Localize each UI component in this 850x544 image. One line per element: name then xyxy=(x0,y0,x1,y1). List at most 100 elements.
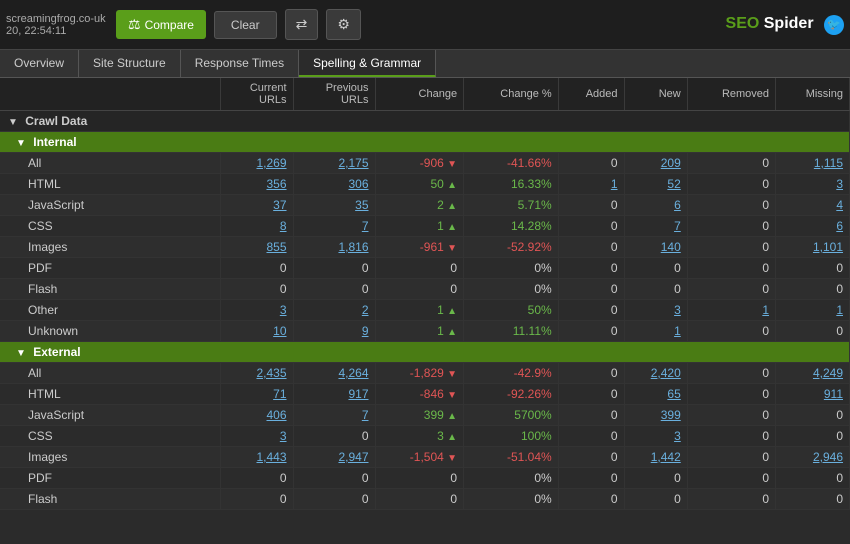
added-cell: 0 xyxy=(558,216,624,237)
previous-urls-cell: 35 xyxy=(293,195,375,216)
group-header-external[interactable]: ▼ External xyxy=(0,342,850,363)
change-cell: 50 ▲ xyxy=(375,174,464,195)
row-label: CSS xyxy=(0,426,220,447)
added-val[interactable]: 1 xyxy=(611,177,618,191)
group-header-internal[interactable]: ▼ Internal xyxy=(0,132,850,153)
new-val[interactable]: 7 xyxy=(674,219,681,233)
tab-response-times[interactable]: Response Times xyxy=(181,50,299,77)
change-cell: 399 ▲ xyxy=(375,405,464,426)
tab-spelling-grammar[interactable]: Spelling & Grammar xyxy=(299,50,436,77)
table-row: All 1,269 2,175 -906 ▼ -41.66% 0 209 0 1… xyxy=(0,153,850,174)
clear-button[interactable]: Clear xyxy=(214,11,277,39)
table-row: Flash 0 0 0 0% 0 0 0 0 xyxy=(0,279,850,300)
new-cell: 0 xyxy=(624,258,687,279)
added-cell: 0 xyxy=(558,447,624,468)
current-url-val[interactable]: 3 xyxy=(280,303,287,317)
new-val[interactable]: 399 xyxy=(661,408,681,422)
current-url-val[interactable]: 855 xyxy=(266,240,286,254)
new-val[interactable]: 140 xyxy=(661,240,681,254)
missing-val[interactable]: 911 xyxy=(824,387,843,401)
change-pct-cell: 100% xyxy=(464,426,559,447)
row-label: All xyxy=(0,153,220,174)
previous-urls-cell: 7 xyxy=(293,405,375,426)
col-change-pct: Change % xyxy=(464,78,559,111)
removed-cell: 0 xyxy=(687,174,775,195)
twitter-icon[interactable]: 🐦 xyxy=(824,15,844,35)
current-url-val[interactable]: 3 xyxy=(280,429,287,443)
app-logo: SEO Spider 🐦 xyxy=(726,15,844,35)
data-table: CurrentURLs PreviousURLs Change Change %… xyxy=(0,78,850,510)
prev-url-val[interactable]: 9 xyxy=(362,324,369,338)
missing-val[interactable]: 6 xyxy=(836,219,843,233)
change-pct-cell: -42.9% xyxy=(464,363,559,384)
table-row: Other 3 2 1 ▲ 50% 0 3 1 1 xyxy=(0,300,850,321)
col-removed: Removed xyxy=(687,78,775,111)
row-label: Flash xyxy=(0,279,220,300)
current-urls-cell: 71 xyxy=(220,384,293,405)
removed-cell: 0 xyxy=(687,363,775,384)
current-url-val[interactable]: 37 xyxy=(273,198,286,212)
prev-url-val[interactable]: 7 xyxy=(362,408,369,422)
row-label: Unknown xyxy=(0,321,220,342)
current-url-val[interactable]: 71 xyxy=(273,387,286,401)
missing-cell: 0 xyxy=(776,489,850,510)
missing-val[interactable]: 4 xyxy=(836,198,843,212)
new-val[interactable]: 3 xyxy=(674,303,681,317)
prev-url-val[interactable]: 306 xyxy=(348,177,368,191)
missing-val[interactable]: 4,249 xyxy=(813,366,843,380)
top-bar: screamingfrog.co-uk 20, 22:54:11 ⚖ Compa… xyxy=(0,0,850,50)
prev-url-val[interactable]: 35 xyxy=(355,198,368,212)
new-val[interactable]: 6 xyxy=(674,198,681,212)
missing-val[interactable]: 1,115 xyxy=(814,156,843,170)
removed-cell: 0 xyxy=(687,237,775,258)
previous-urls-cell: 0 xyxy=(293,489,375,510)
added-cell: 0 xyxy=(558,384,624,405)
removed-cell: 0 xyxy=(687,426,775,447)
missing-cell: 0 xyxy=(776,321,850,342)
current-urls-cell: 3 xyxy=(220,426,293,447)
new-val[interactable]: 1 xyxy=(674,324,681,338)
current-url-val[interactable]: 2,435 xyxy=(256,366,286,380)
missing-val[interactable]: 3 xyxy=(836,177,843,191)
settings-button[interactable]: ⚙ xyxy=(326,9,361,40)
row-label: CSS xyxy=(0,216,220,237)
current-url-val[interactable]: 10 xyxy=(273,324,286,338)
new-val[interactable]: 2,420 xyxy=(651,366,681,380)
prev-url-val[interactable]: 1,816 xyxy=(338,240,368,254)
prev-url-val[interactable]: 917 xyxy=(348,387,368,401)
change-pct-cell: -51.04% xyxy=(464,447,559,468)
new-cell: 2,420 xyxy=(624,363,687,384)
prev-url-val[interactable]: 2 xyxy=(362,303,369,317)
missing-val[interactable]: 2,946 xyxy=(813,450,843,464)
prev-url-val[interactable]: 2,947 xyxy=(338,450,368,464)
missing-val[interactable]: 1,101 xyxy=(813,240,843,254)
current-url-val[interactable]: 8 xyxy=(280,219,287,233)
previous-urls-cell: 2,947 xyxy=(293,447,375,468)
current-url-val[interactable]: 1,443 xyxy=(256,450,286,464)
previous-urls-cell: 2 xyxy=(293,300,375,321)
tab-site-structure[interactable]: Site Structure xyxy=(79,50,181,77)
current-url-val[interactable]: 1,269 xyxy=(256,156,286,170)
missing-cell: 2,946 xyxy=(776,447,850,468)
tab-overview[interactable]: Overview xyxy=(0,50,79,77)
swap-button[interactable]: ⇄ xyxy=(285,9,319,40)
table-row: HTML 71 917 -846 ▼ -92.26% 0 65 0 911 xyxy=(0,384,850,405)
change-pct-cell: 50% xyxy=(464,300,559,321)
new-val[interactable]: 1,442 xyxy=(651,450,681,464)
missing-val[interactable]: 1 xyxy=(836,303,843,317)
new-val[interactable]: 65 xyxy=(667,387,680,401)
current-url-val[interactable]: 406 xyxy=(266,408,286,422)
compare-button[interactable]: ⚖ Compare xyxy=(116,10,206,39)
new-val[interactable]: 52 xyxy=(667,177,680,191)
change-pct-cell: -41.66% xyxy=(464,153,559,174)
previous-urls-cell: 0 xyxy=(293,426,375,447)
prev-url-val[interactable]: 4,264 xyxy=(338,366,368,380)
prev-url-val[interactable]: 7 xyxy=(362,219,369,233)
new-val[interactable]: 209 xyxy=(661,156,681,170)
current-url-val[interactable]: 356 xyxy=(266,177,286,191)
row-label: Flash xyxy=(0,489,220,510)
compare-icon: ⚖ xyxy=(128,16,141,33)
prev-url-val[interactable]: 2,175 xyxy=(338,156,368,170)
new-val[interactable]: 3 xyxy=(674,429,681,443)
removed-val[interactable]: 1 xyxy=(762,303,769,317)
